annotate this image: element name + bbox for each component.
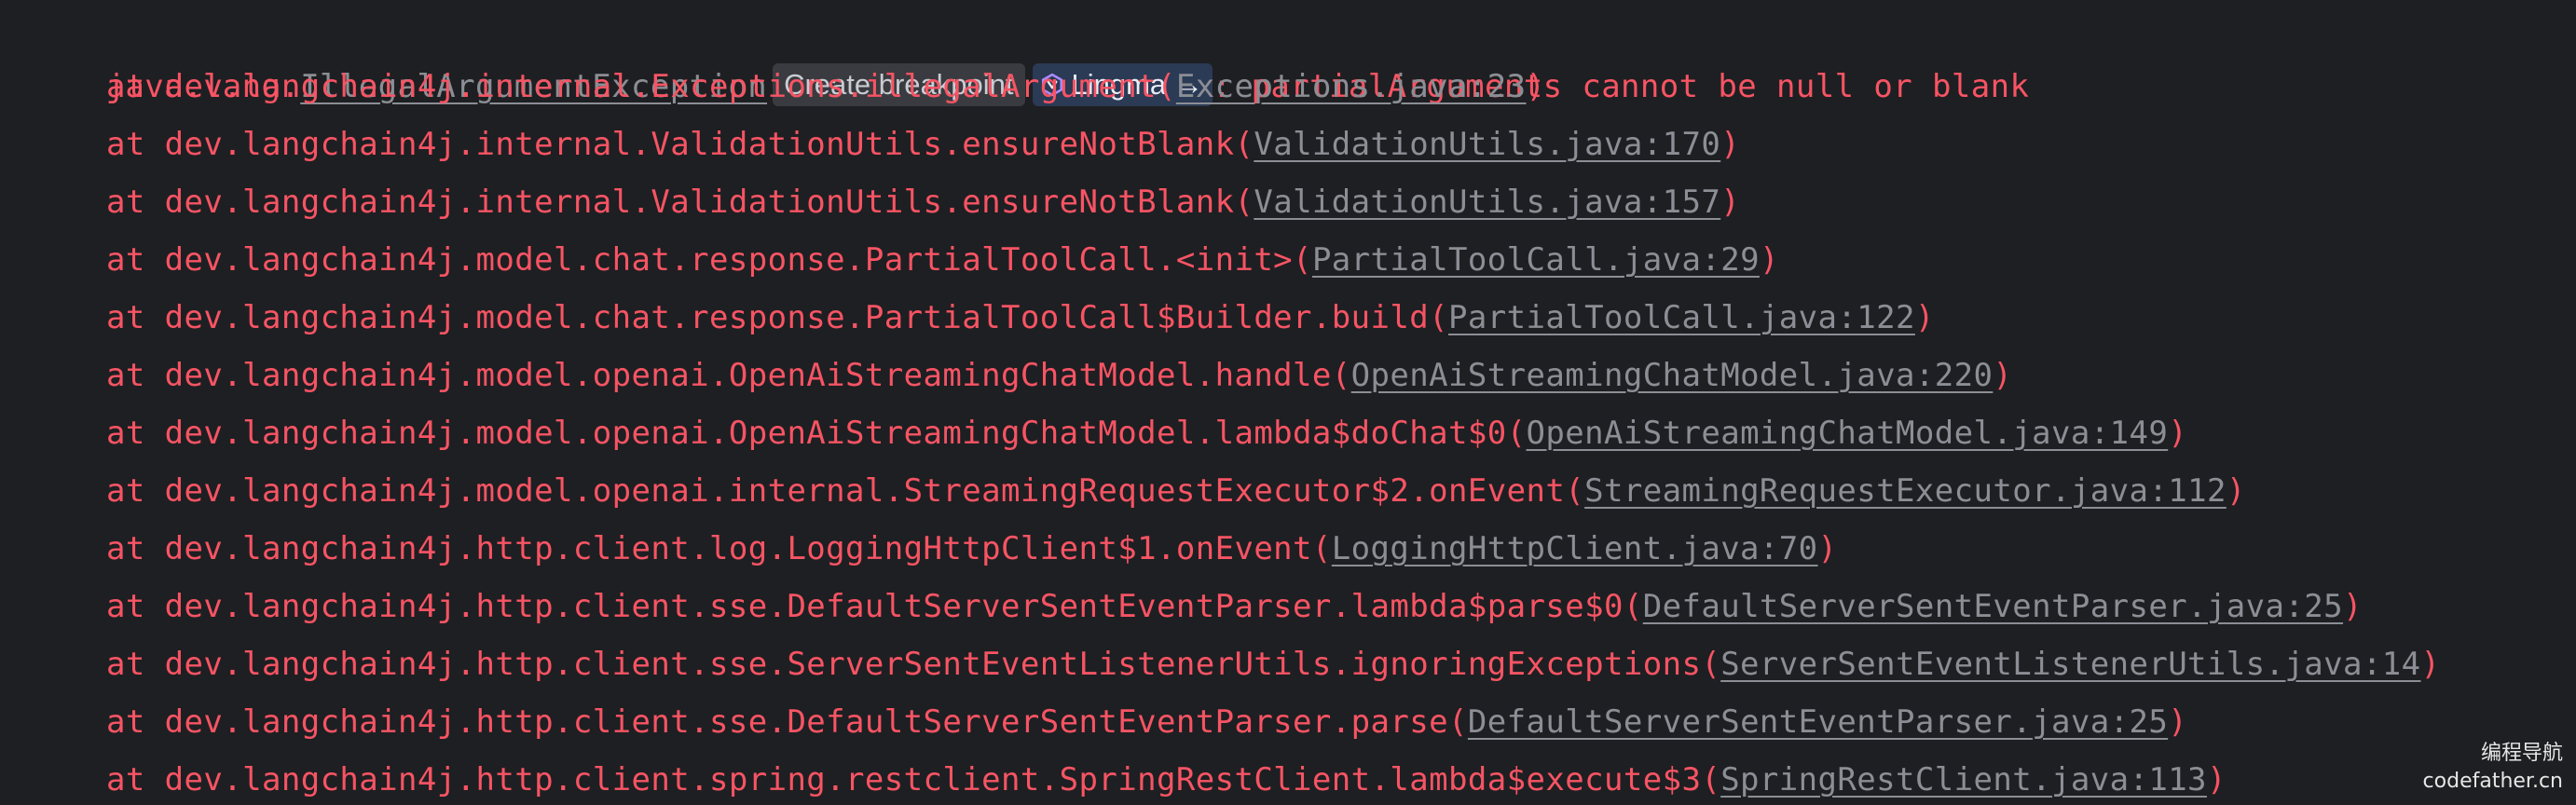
frame-method: at dev.langchain4j.http.client.sse.Serve… — [106, 646, 1721, 683]
frame-close-paren: ) — [2206, 761, 2227, 798]
frame-source-link[interactable]: ValidationUtils.java:170 — [1254, 126, 1720, 163]
watermark: 编程导航 codefather.cn — [2423, 740, 2563, 796]
frame-method: at dev.langchain4j.model.openai.OpenAiSt… — [106, 415, 1527, 452]
frame-close-paren: ) — [2168, 703, 2188, 741]
frame-method: at dev.langchain4j.model.openai.internal… — [106, 472, 1585, 510]
stack-frame-line: at dev.langchain4j.internal.Exceptions.i… — [0, 58, 1545, 116]
frame-method: at dev.langchain4j.model.chat.response.P… — [106, 299, 1449, 336]
stack-frame-line: at dev.langchain4j.model.chat.response.P… — [0, 289, 1935, 347]
frame-method: at dev.langchain4j.http.client.sse.Defau… — [106, 703, 1468, 741]
frame-source-link[interactable]: Exceptions.java:23 — [1176, 68, 1527, 105]
stack-frame-line: at dev.langchain4j.internal.ValidationUt… — [0, 173, 1740, 231]
frame-method: at dev.langchain4j.model.chat.response.P… — [106, 241, 1312, 279]
frame-close-paren: ) — [2420, 646, 2441, 683]
frame-method: at dev.langchain4j.http.client.log.Loggi… — [106, 530, 1332, 567]
frame-source-link[interactable]: PartialToolCall.java:122 — [1448, 299, 1915, 336]
stack-frame-line: at dev.langchain4j.model.chat.response.P… — [0, 231, 1779, 289]
frame-close-paren: ) — [1993, 357, 2013, 394]
frame-close-paren: ) — [1720, 126, 1741, 163]
frame-method: at dev.langchain4j.http.client.sse.Defau… — [106, 588, 1643, 625]
frame-source-link[interactable]: DefaultServerSentEventParser.java:25 — [1468, 703, 2168, 741]
frame-source-link[interactable]: ValidationUtils.java:157 — [1254, 184, 1720, 221]
frame-close-paren: ) — [1817, 530, 1838, 567]
console-output: java.lang.IllegalArgumentException Create… — [0, 0, 2576, 805]
watermark-domain: codefather.cn — [2422, 770, 2563, 793]
frame-method: at dev.langchain4j.http.client.spring.re… — [106, 761, 1721, 798]
frame-source-link[interactable]: ServerSentEventListenerUtils.java:14 — [1720, 646, 2420, 683]
frame-source-link[interactable]: DefaultServerSentEventParser.java:25 — [1643, 588, 2343, 625]
frame-close-paren: ) — [2343, 588, 2363, 625]
frame-source-link[interactable]: StreamingRequestExecutor.java:112 — [1584, 472, 2227, 510]
stack-frame-line: at dev.langchain4j.http.client.log.Loggi… — [0, 520, 1837, 578]
stack-frame-line: at dev.langchain4j.http.client.sse.Defau… — [0, 578, 2363, 635]
frame-method: at dev.langchain4j.model.openai.OpenAiSt… — [106, 357, 1351, 394]
frame-close-paren: ) — [1914, 299, 1935, 336]
frame-close-paren: ) — [1720, 184, 1741, 221]
frame-source-link[interactable]: OpenAiStreamingChatModel.java:149 — [1527, 415, 2169, 452]
watermark-title: 编程导航 — [2480, 742, 2563, 765]
frame-source-link[interactable]: PartialToolCall.java:29 — [1312, 241, 1760, 279]
frame-method: at dev.langchain4j.internal.ValidationUt… — [106, 184, 1254, 221]
frame-source-link[interactable]: OpenAiStreamingChatModel.java:220 — [1351, 357, 1994, 394]
stack-frame-line: at dev.langchain4j.http.client.sse.Defau… — [0, 693, 2187, 751]
stack-frame-line: at dev.langchain4j.http.client.spring.re… — [0, 751, 2227, 805]
frame-method: at dev.langchain4j.internal.ValidationUt… — [106, 126, 1254, 163]
frame-method: at dev.langchain4j.internal.Exceptions.i… — [106, 68, 1176, 105]
stack-frame-line: at dev.langchain4j.model.openai.OpenAiSt… — [0, 347, 2012, 404]
frame-close-paren: ) — [2226, 472, 2246, 510]
frame-close-paren: ) — [1526, 68, 1546, 105]
frame-source-link[interactable]: LoggingHttpClient.java:70 — [1332, 530, 1818, 567]
stack-frame-line: at dev.langchain4j.http.client.sse.Serve… — [0, 635, 2440, 693]
frame-close-paren: ) — [2168, 415, 2188, 452]
frame-close-paren: ) — [1759, 241, 1779, 279]
stack-frame-line: at dev.langchain4j.internal.ValidationUt… — [0, 116, 1740, 173]
exception-header-line: java.lang.IllegalArgumentException Create… — [28, 0, 2029, 106]
frame-source-link[interactable]: SpringRestClient.java:113 — [1720, 761, 2207, 798]
stack-frame-line: at dev.langchain4j.model.openai.OpenAiSt… — [0, 404, 2187, 462]
stack-frame-line: at dev.langchain4j.model.openai.internal… — [0, 462, 2246, 520]
